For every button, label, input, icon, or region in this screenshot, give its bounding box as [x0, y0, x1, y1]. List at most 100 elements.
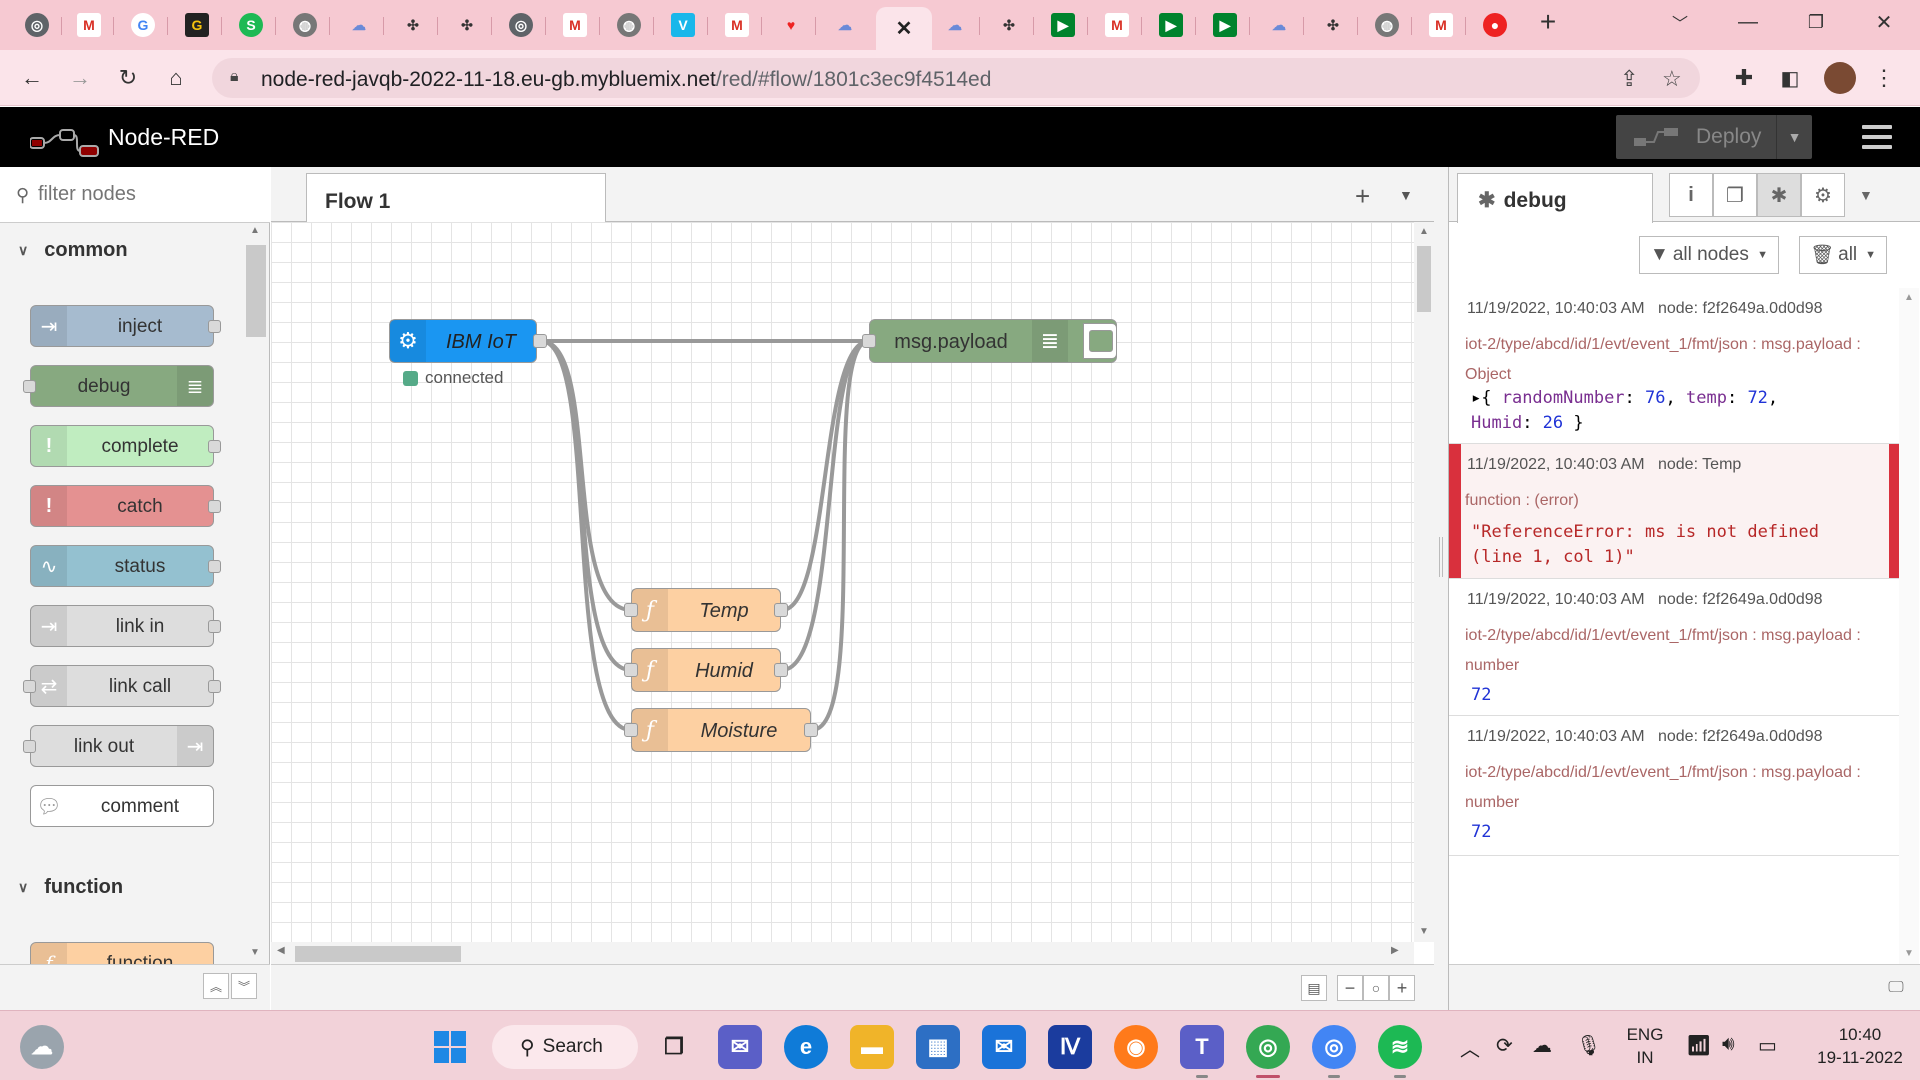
flow-node-ibm-iot[interactable]: ⚙ IBM IoT [389, 319, 537, 363]
debug-toggle-button[interactable] [1083, 323, 1117, 359]
volume-icon[interactable]: 🔊︎ [1722, 1033, 1735, 1056]
share-icon[interactable]: ⇪ [1620, 66, 1638, 92]
message-value[interactable]: ▸{ randomNumber: 76, temp: 72, Humid: 26 … [1471, 386, 1778, 436]
restore-icon[interactable]: ❐ [1786, 8, 1846, 36]
mail-icon[interactable]: ✉ [982, 1025, 1026, 1069]
battery-icon[interactable]: ▭ [1758, 1033, 1777, 1058]
home-icon[interactable]: ⌂ [160, 62, 192, 94]
scrollbar-thumb[interactable] [246, 245, 266, 337]
flow-node-msg-payload[interactable]: msg.payload ≣ [869, 319, 1117, 363]
tab-debug[interactable]: ✱ debug [1457, 173, 1653, 223]
palette-node-function[interactable]: f function [30, 942, 214, 964]
output-port[interactable] [208, 440, 221, 453]
palette-node-debug[interactable]: debug ≣ [23, 365, 214, 407]
palette-node-comment[interactable]: 💬︎ comment [30, 785, 214, 827]
browser-tab[interactable]: ☁ [820, 7, 870, 43]
message-value[interactable]: "ReferenceError: ms is not defined (line… [1471, 520, 1871, 570]
palette-node-link-out[interactable]: link out ⇥ [23, 725, 214, 767]
output-port[interactable] [804, 723, 818, 737]
help-book-icon[interactable]: ❐ [1713, 173, 1757, 217]
firefox-icon[interactable]: ◉ [1114, 1025, 1158, 1069]
scrollbar-thumb[interactable] [1417, 246, 1431, 312]
browser-tab[interactable]: ▶ [1146, 7, 1196, 43]
onedrive-icon[interactable]: ☁ [1532, 1033, 1552, 1058]
browser-tab[interactable]: ✣ [388, 7, 438, 43]
back-icon[interactable]: ← [16, 62, 48, 94]
minimize-icon[interactable]: — [1718, 8, 1778, 36]
browser-tab[interactable]: M [1416, 7, 1466, 43]
input-port[interactable] [624, 663, 638, 677]
debug-message[interactable]: 11/19/2022, 10:40:03 AM node: f2f2649a.0… [1449, 716, 1899, 856]
debug-message[interactable]: 11/19/2022, 10:40:03 AM node: f2f2649a.0… [1449, 288, 1899, 444]
reload-icon[interactable]: ↻ [112, 62, 144, 94]
browser-tab[interactable]: ☁ [334, 7, 384, 43]
debug-bug-icon[interactable]: ✱ [1757, 173, 1801, 217]
debug-message-error[interactable]: 11/19/2022, 10:40:03 AM node: Temp funct… [1449, 444, 1901, 579]
chrome-menu-icon[interactable]: ⋮ [1868, 62, 1900, 94]
output-port[interactable] [774, 603, 788, 617]
browser-tab[interactable]: ♥ [766, 7, 816, 43]
output-port[interactable] [208, 620, 221, 633]
input-port[interactable] [624, 723, 638, 737]
scroll-down-icon[interactable]: ▼ [1419, 926, 1429, 937]
browser-tab[interactable]: ✣ [984, 7, 1034, 43]
microphone-icon[interactable]: 🎙︎ [1576, 1033, 1601, 1058]
palette-node-complete[interactable]: ! complete [30, 425, 221, 467]
input-port[interactable] [23, 680, 36, 693]
browser-tab[interactable]: S [226, 7, 276, 43]
browser-tab[interactable]: M [64, 7, 114, 43]
open-debug-window-icon[interactable]: 🖵︎ [1883, 975, 1909, 1001]
browser-tab[interactable]: ☁ [1254, 7, 1304, 43]
language-indicator[interactable]: ENG IN [1620, 1023, 1670, 1069]
bookmark-star-icon[interactable]: ☆ [1662, 66, 1682, 92]
teams-icon[interactable]: T [1180, 1025, 1224, 1069]
close-window-icon[interactable]: ✕ [1854, 8, 1914, 36]
expand-all-icon[interactable]: ︾ [231, 973, 257, 999]
browser-tab[interactable]: ✣ [1308, 7, 1358, 43]
browser-tab[interactable]: ◎ [496, 7, 546, 43]
add-flow-icon[interactable]: + [1355, 181, 1370, 212]
browser-tab[interactable]: V [658, 7, 708, 43]
palette-scrollbar[interactable]: ▲ ▼ [246, 225, 266, 965]
output-port[interactable] [208, 680, 221, 693]
category-function[interactable]: ∨ function [0, 862, 244, 912]
main-menu-icon[interactable] [1862, 125, 1892, 151]
weather-widget-icon[interactable]: ☁ [20, 1025, 64, 1069]
palette-node-link-call[interactable]: ⇄ link call [23, 665, 221, 707]
profile-avatar[interactable] [1824, 62, 1856, 94]
close-icon[interactable]: ✕ [892, 17, 916, 41]
scroll-up-icon[interactable]: ▲ [1904, 292, 1914, 303]
app-icon[interactable]: Ⅳ [1048, 1025, 1092, 1069]
zoom-reset-icon[interactable]: ○ [1363, 975, 1389, 1001]
chrome-profile-icon[interactable]: ◎ [1312, 1025, 1356, 1069]
output-port[interactable] [208, 500, 221, 513]
flow-node-temp[interactable]: ƒ Temp [631, 588, 781, 632]
canvas-vertical-scrollbar[interactable]: ▲ ▼ [1414, 222, 1434, 942]
spotify-icon[interactable]: ≋ [1378, 1025, 1422, 1069]
collapse-all-icon[interactable]: ︽ [203, 973, 229, 999]
taskbar-search-button[interactable]: ⚲ Search [492, 1025, 638, 1069]
output-port[interactable] [208, 320, 221, 333]
file-explorer-icon[interactable]: ▬ [850, 1025, 894, 1069]
browser-tab[interactable]: G [118, 7, 168, 43]
flow-list-menu-icon[interactable]: ▼ [1399, 187, 1413, 203]
zoom-out-icon[interactable]: − [1337, 975, 1363, 1001]
extensions-icon[interactable]: ✚ [1728, 62, 1760, 94]
browser-tab[interactable]: ◍ [1362, 7, 1412, 43]
wifi-icon[interactable]: 📶︎ [1686, 1033, 1711, 1058]
input-port[interactable] [624, 603, 638, 617]
sidebar-splitter[interactable] [1434, 167, 1448, 1010]
output-port[interactable] [533, 334, 547, 348]
side-panel-icon[interactable]: ◧ [1774, 62, 1806, 94]
browser-tab-active[interactable]: ✕ [876, 7, 932, 50]
browser-tab[interactable]: ◍ [604, 7, 654, 43]
browser-tab[interactable]: ▶ [1038, 7, 1088, 43]
browser-tab[interactable]: ◍ [280, 7, 330, 43]
flow-canvas[interactable]: ⚙ IBM IoT msg.payload ≣ ƒ Temp ƒ Humid ƒ [271, 222, 1414, 942]
splitter-handle-icon[interactable] [1439, 537, 1443, 577]
browser-tab[interactable]: ✣ [442, 7, 492, 43]
chrome-icon[interactable]: ◎ [1246, 1025, 1290, 1069]
scroll-down-icon[interactable]: ▼ [250, 947, 260, 958]
browser-tab[interactable]: ☁ [930, 7, 980, 43]
lock-icon[interactable]: 🔒︎ [230, 68, 239, 86]
